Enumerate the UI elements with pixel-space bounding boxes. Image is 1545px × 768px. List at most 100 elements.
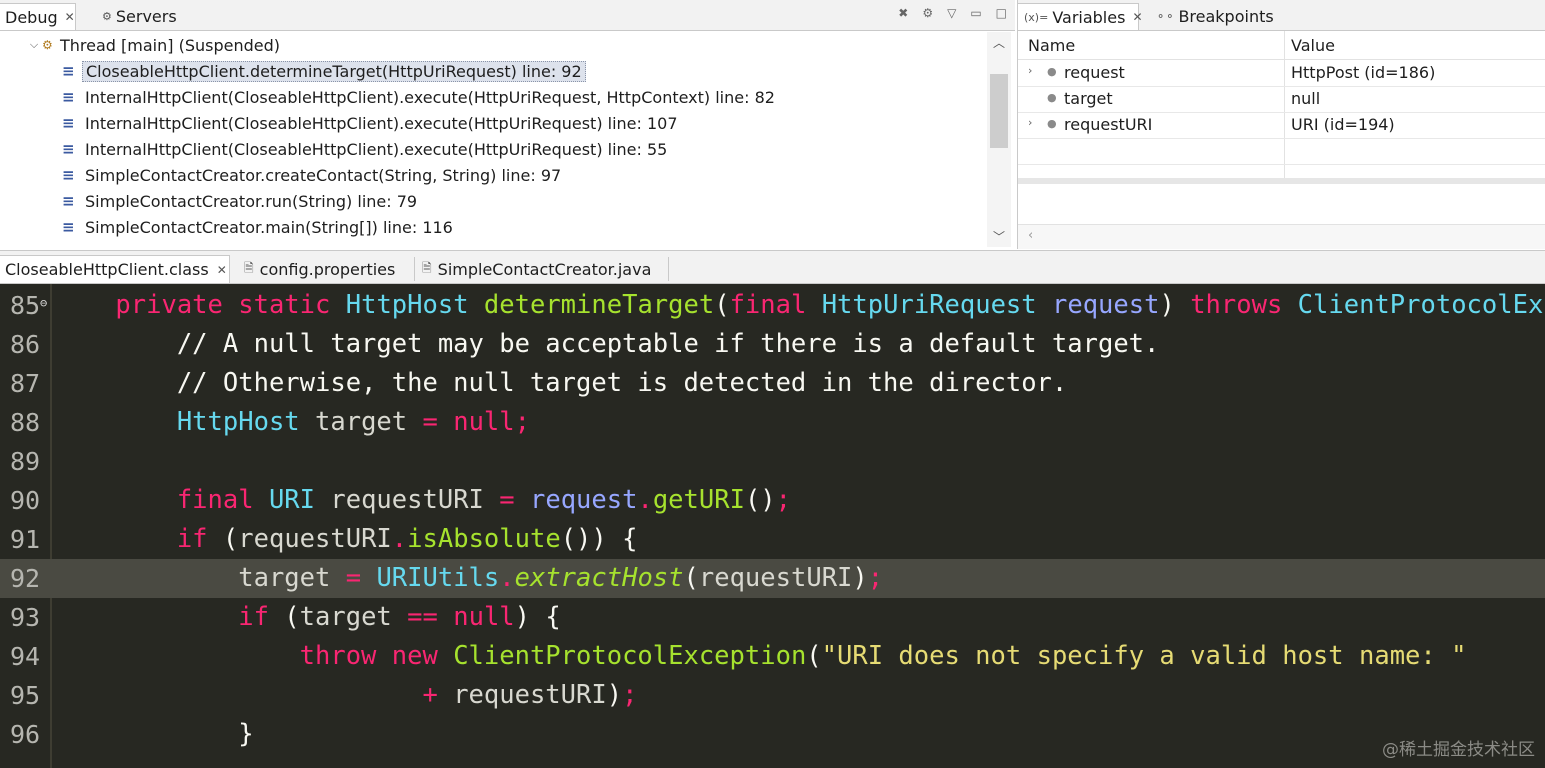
variable-name: request <box>1064 63 1125 82</box>
code-text: final URI requestURI = request.getURI(); <box>176 485 792 515</box>
line-number[interactable]: 86 <box>10 325 40 364</box>
code-line[interactable]: 95 + requestURI); <box>0 676 1545 715</box>
code-line[interactable]: 89 <box>0 442 1545 481</box>
debug-vertical-scrollbar[interactable]: ︿ ﹀ <box>987 32 1011 247</box>
code-line[interactable]: 86 // A null target may be acceptable if… <box>0 325 1545 364</box>
fold-collapse-icon[interactable]: ⊖ <box>40 284 47 323</box>
line-number[interactable]: 87 <box>10 364 40 403</box>
remove-terminated-icon[interactable]: ✖ <box>898 6 908 20</box>
view-toolbar: ✖ ⚙ ▽ ▭ □ <box>898 6 1007 20</box>
variable-name: target <box>1064 89 1113 108</box>
code-text: target = URIUtils.extractHost(requestURI… <box>238 563 884 593</box>
view-menu-icon[interactable]: ▽ <box>947 6 956 20</box>
code-text: + requestURI); <box>422 680 638 710</box>
debug-tabbar: Debug ✕ ⚙ Servers ✖ ⚙ ▽ ▭ □ <box>0 0 1015 31</box>
stack-frame-label: CloseableHttpClient.determineTarget(Http… <box>82 60 586 82</box>
variable-row[interactable]: › ● requestURI URI (id=194) <box>1018 112 1545 139</box>
code-line[interactable]: 94 throw new ClientProtocolException("UR… <box>0 637 1545 676</box>
java-file-icon: 🗎 <box>422 260 432 275</box>
tab-variables[interactable]: (x)= Variables ✕ <box>1017 3 1143 30</box>
code-editor[interactable]: 85 ⊖ private static HttpHost determineTar… <box>0 284 1545 768</box>
close-icon[interactable]: ✕ <box>65 10 75 24</box>
code-text: } <box>238 719 254 749</box>
close-icon[interactable]: ✕ <box>217 263 227 277</box>
chevron-right-icon[interactable]: › <box>1028 64 1032 77</box>
code-text: HttpHost target = null; <box>176 407 530 437</box>
stack-frame[interactable]: ≡ CloseableHttpClient.determineTarget(Ht… <box>62 59 586 83</box>
tab-simplecontactcreator-java[interactable]: 🗎 SimpleContactCreator.java <box>414 255 669 283</box>
line-number[interactable]: 85 <box>10 286 40 325</box>
stack-frame-icon: ≡ <box>62 218 75 236</box>
tab-label: CloseableHttpClient.class <box>5 260 209 279</box>
stack-frame[interactable]: ≡ InternalHttpClient(CloseableHttpClient… <box>62 137 670 161</box>
stack-frame-label: SimpleContactCreator.createContact(Strin… <box>85 165 562 185</box>
field-icon: ● <box>1047 117 1057 130</box>
tab-label: Servers <box>115 6 177 26</box>
stack-frame-icon: ≡ <box>62 114 75 132</box>
code-text: // Otherwise, the null target is detecte… <box>176 368 1068 398</box>
properties-file-icon: 🗎 <box>244 260 254 275</box>
stack-frame-icon: ≡ <box>62 166 75 184</box>
variable-row[interactable]: › ● request HttpPost (id=186) <box>1018 60 1545 87</box>
tab-config-properties[interactable]: 🗎 config.properties <box>236 255 415 283</box>
column-header-value[interactable]: Value <box>1291 36 1335 55</box>
thread-node[interactable]: ⌵ ⚙ Thread [main] (Suspended) <box>26 33 280 57</box>
variable-row[interactable]: ● target null <box>1018 86 1545 113</box>
line-number[interactable]: 93 <box>10 598 40 637</box>
line-number[interactable]: 91 <box>10 520 40 559</box>
variable-value: null <box>1291 89 1321 108</box>
code-line[interactable]: 87 // Otherwise, the null target is dete… <box>0 364 1545 403</box>
field-icon: ● <box>1047 65 1057 78</box>
variable-value: HttpPost (id=186) <box>1291 63 1436 82</box>
tab-closeablehttpclient-class[interactable]: CloseableHttpClient.class ✕ <box>0 255 230 283</box>
code-line[interactable]: 92 target = URIUtils.extractHost(request… <box>0 559 1545 598</box>
code-text: if (requestURI.isAbsolute()) { <box>176 524 638 554</box>
stack-frame[interactable]: ≡ InternalHttpClient(CloseableHttpClient… <box>62 85 778 109</box>
editor-tabbar: CloseableHttpClient.class ✕ 🗎 config.pro… <box>0 250 1545 284</box>
stack-frame[interactable]: ≡ SimpleContactCreator.createContact(Str… <box>62 163 564 187</box>
chevron-up-icon[interactable]: ︿ <box>987 34 1011 51</box>
code-line[interactable]: 96 } <box>0 715 1545 754</box>
variables-icon: (x)= <box>1024 10 1049 24</box>
tab-label: config.properties <box>259 259 396 279</box>
line-number[interactable]: 89 <box>10 442 40 481</box>
stack-frame-icon: ≡ <box>62 88 75 106</box>
chevron-right-icon[interactable]: › <box>1028 116 1032 129</box>
tab-servers[interactable]: ⚙ Servers <box>96 3 183 29</box>
empty-row <box>1018 138 1545 165</box>
line-number[interactable]: 88 <box>10 403 40 442</box>
minimize-icon[interactable]: ▭ <box>970 6 981 20</box>
code-text: private static HttpHost determineTarget(… <box>115 290 1545 320</box>
tab-breakpoints[interactable]: ⚬⚬ Breakpoints <box>1150 3 1280 29</box>
maximize-icon[interactable]: □ <box>996 6 1007 20</box>
chevron-down-icon[interactable]: ⌵ <box>26 38 42 52</box>
variable-value: URI (id=194) <box>1291 115 1395 134</box>
chevron-down-icon[interactable]: ﹀ <box>987 228 1011 245</box>
line-number[interactable]: 95 <box>10 676 40 715</box>
code-line[interactable]: 93 if (target == null) { <box>0 598 1545 637</box>
scrollbar-thumb[interactable] <box>990 74 1008 148</box>
thread-group-icon[interactable]: ⚙ <box>922 6 933 20</box>
code-text: if (target == null) { <box>238 602 561 632</box>
column-header-name[interactable]: Name <box>1028 36 1075 55</box>
variables-table-header: Name Value <box>1018 31 1545 60</box>
line-number[interactable]: 94 <box>10 637 40 676</box>
code-line[interactable]: 88 HttpHost target = null; <box>0 403 1545 442</box>
tab-debug[interactable]: Debug ✕ <box>0 3 76 30</box>
line-number[interactable]: 96 <box>10 715 40 754</box>
code-line[interactable]: 91 if (requestURI.isAbsolute()) { <box>0 520 1545 559</box>
stack-frame[interactable]: ≡ SimpleContactCreator.run(String) line:… <box>62 189 420 213</box>
line-number[interactable]: 92 <box>10 559 40 598</box>
line-number[interactable]: 90 <box>10 481 40 520</box>
stack-frame-label: SimpleContactCreator.main(String[]) line… <box>85 217 453 237</box>
chevron-left-icon[interactable]: ‹ <box>1028 228 1033 243</box>
stack-frame[interactable]: ≡ InternalHttpClient(CloseableHttpClient… <box>62 111 681 135</box>
details-sash[interactable] <box>1018 178 1545 184</box>
stack-frame[interactable]: ≡ SimpleContactCreator.main(String[]) li… <box>62 215 456 239</box>
horizontal-scrollbar[interactable]: ‹ <box>1018 224 1545 249</box>
code-line[interactable]: 85 ⊖ private static HttpHost determineTar… <box>0 286 1545 325</box>
code-line[interactable]: 90 final URI requestURI = request.getURI… <box>0 481 1545 520</box>
close-icon[interactable]: ✕ <box>1132 10 1142 24</box>
servers-icon: ⚙ <box>102 9 112 23</box>
variables-tabbar: (x)= Variables ✕ ⚬⚬ Breakpoints <box>1017 0 1545 31</box>
